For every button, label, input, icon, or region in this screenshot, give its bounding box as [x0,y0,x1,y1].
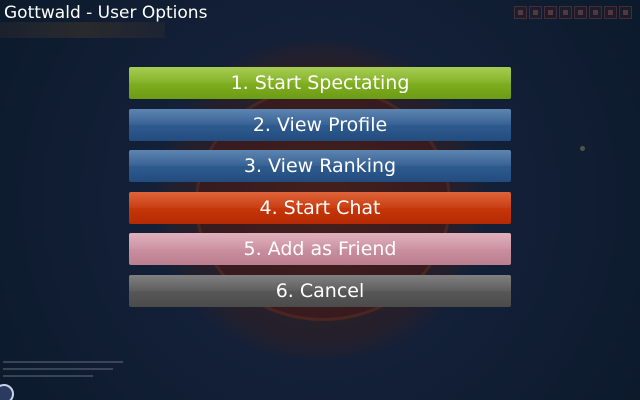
window-icon[interactable] [574,6,587,19]
window-icon[interactable] [529,6,542,19]
dialog-title: Gottwald - User Options [4,3,208,23]
view-profile-button[interactable]: 2. View Profile [129,108,511,141]
window-icon[interactable] [559,6,572,19]
user-options-menu: 1. Start Spectating 2. View Profile 3. V… [129,67,511,316]
start-spectating-button[interactable]: 1. Start Spectating [129,67,511,99]
cancel-button[interactable]: 6. Cancel [129,274,511,307]
window-icon[interactable] [589,6,602,19]
add-friend-button[interactable]: 5. Add as Friend [129,233,511,265]
window-icon[interactable] [604,6,617,19]
game-screen: Gottwald - User Options 1. Start Spectat… [0,0,640,400]
background-dot [580,146,585,151]
window-icon[interactable] [619,6,632,19]
window-icon[interactable] [514,6,527,19]
view-ranking-button[interactable]: 3. View Ranking [129,150,511,182]
toolbar-icons [514,6,632,19]
window-icon[interactable] [544,6,557,19]
header-banner [0,22,165,38]
faded-status-text [3,356,133,390]
start-chat-button[interactable]: 4. Start Chat [129,191,511,224]
